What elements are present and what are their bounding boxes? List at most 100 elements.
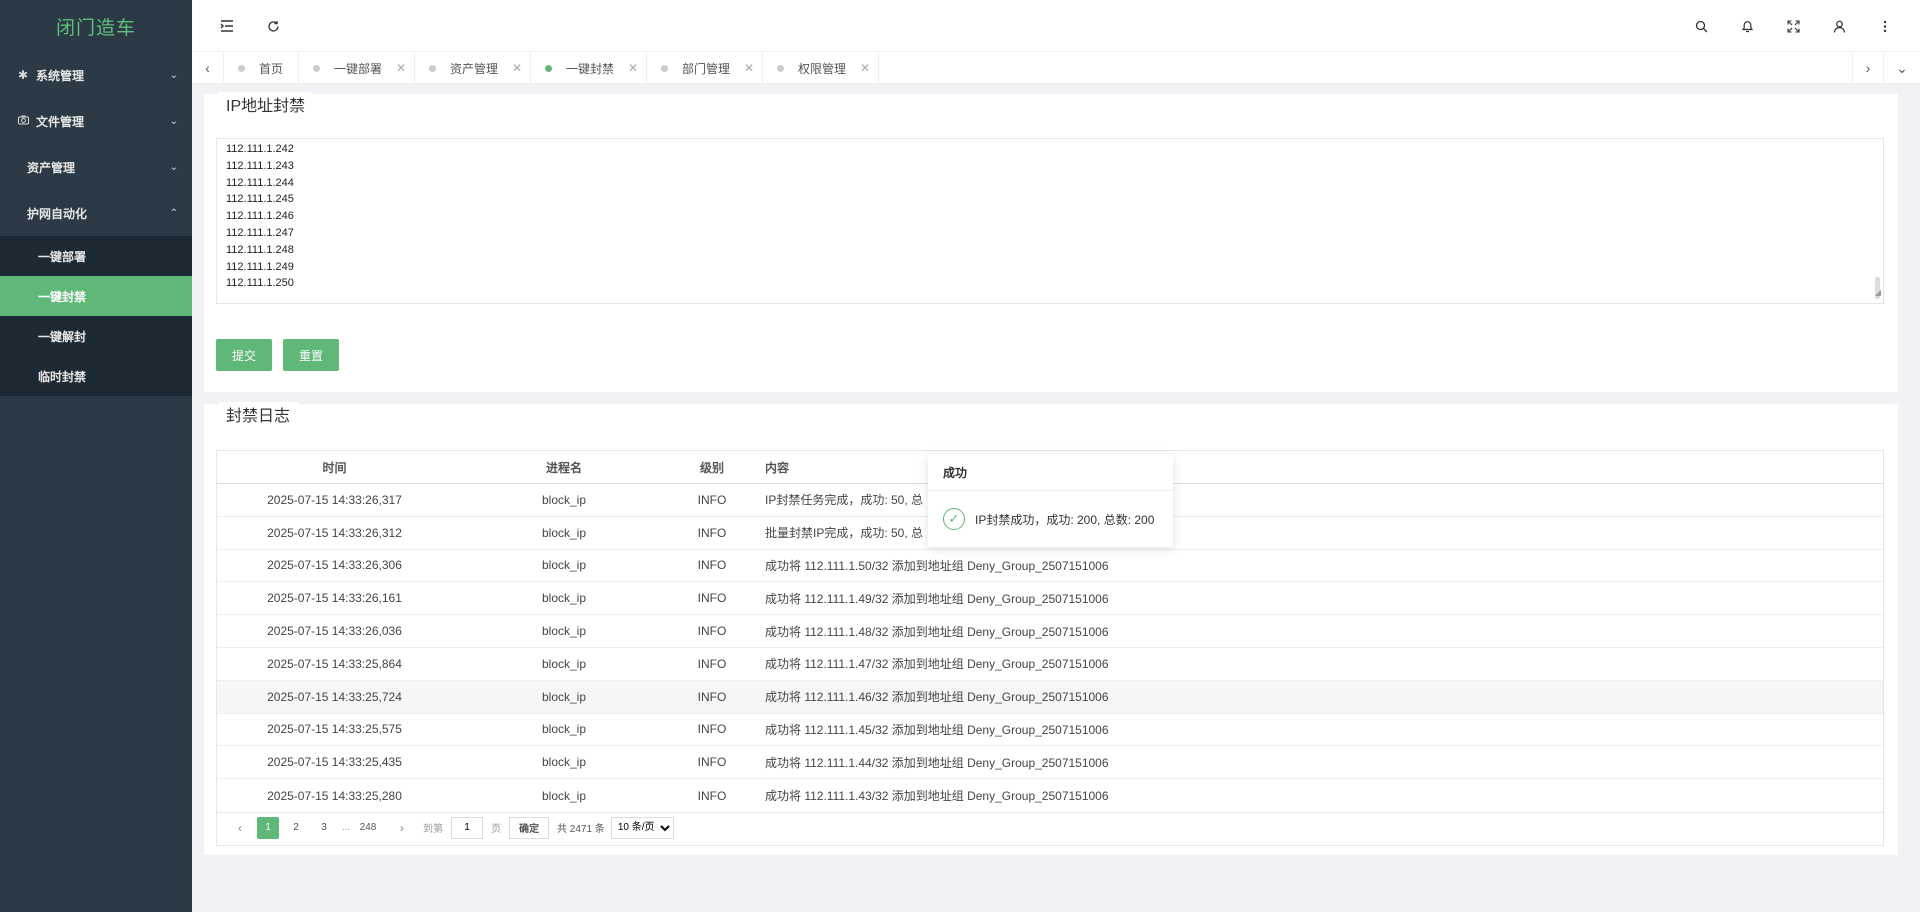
table-row[interactable]: 2025-07-15 14:33:25,280 block_ip INFO 成功… bbox=[217, 779, 1883, 812]
toast-title: 成功 bbox=[928, 455, 1173, 491]
chevron-down-icon: ⌄ bbox=[169, 115, 178, 127]
cell-time: 2025-07-15 14:33:26,036 bbox=[267, 624, 402, 639]
column-header-content[interactable]: 内容 bbox=[748, 459, 1883, 476]
sidebar-group-assets[interactable]: 资产管理 ⌄ bbox=[0, 144, 192, 190]
top-header bbox=[192, 0, 1920, 52]
refresh-icon[interactable] bbox=[263, 16, 283, 36]
table-row[interactable]: 2025-07-15 14:33:26,306 block_ip INFO 成功… bbox=[217, 550, 1883, 583]
sidebar: 闭门造车 ✱ 系统管理 ⌄ 文件管理 ⌄ 资产管理 ⌄ 护网自动化 ⌃ 一键部署… bbox=[0, 0, 192, 912]
tab-scroll-right-icon[interactable]: › bbox=[1852, 52, 1884, 84]
cell-time: 2025-07-15 14:33:25,575 bbox=[267, 722, 402, 737]
cell-process: block_ip bbox=[541, 492, 587, 507]
bell-icon[interactable] bbox=[1737, 16, 1757, 36]
tab-scroll-left-icon[interactable]: ‹ bbox=[192, 52, 224, 84]
close-icon[interactable]: ✕ bbox=[396, 61, 406, 75]
table-row[interactable]: 2025-07-15 14:33:25,724 block_ip INFO 成功… bbox=[217, 680, 1883, 714]
tab-menu-chevron-down-icon[interactable]: ⌄ bbox=[1886, 52, 1918, 84]
tab-label: 部门管理 bbox=[682, 61, 731, 76]
success-toast: 成功 ✓ IP封禁成功，成功: 200, 总数: 200 bbox=[928, 455, 1173, 547]
cell-time: 2025-07-15 14:33:26,161 bbox=[267, 591, 402, 606]
sidebar-group-label: 文件管理 bbox=[36, 114, 85, 129]
cell-content: 成功将 112.111.1.50/32 添加到地址组 Deny_Group_25… bbox=[765, 558, 1109, 573]
pagination: ‹ 1 2 3 ... 248 › 到第 页 确定 共 2471 条 10 条/… bbox=[216, 810, 1884, 846]
cell-content: 成功将 112.111.1.49/32 添加到地址组 Deny_Group_25… bbox=[765, 591, 1109, 606]
page-2[interactable]: 2 bbox=[285, 817, 307, 839]
cell-process: block_ip bbox=[541, 755, 587, 770]
cell-time: 2025-07-15 14:33:25,864 bbox=[267, 656, 402, 671]
sidebar-item-unblock[interactable]: 一键解封 bbox=[0, 316, 192, 356]
table-row[interactable]: 2025-07-15 14:33:26,036 block_ip INFO 成功… bbox=[217, 615, 1883, 648]
cell-level: INFO bbox=[697, 492, 727, 507]
cell-process: block_ip bbox=[541, 722, 587, 737]
tab-dot bbox=[313, 64, 320, 72]
cell-time: 2025-07-15 14:33:26,312 bbox=[267, 525, 402, 540]
column-header-level[interactable]: 级别 bbox=[676, 459, 748, 476]
ip-list-textarea[interactable]: 112.111.1.242 112.111.1.243 112.111.1.24… bbox=[216, 138, 1884, 304]
column-header-time[interactable]: 时间 bbox=[217, 459, 452, 476]
column-header-process[interactable]: 进程名 bbox=[452, 459, 676, 476]
tab-bar: ‹ 首页 一键部署 ✕ 资产管理 ✕ 一键封禁 ✕ 部门管理 ✕ 权限管理 ✕ … bbox=[192, 52, 1920, 84]
reset-button[interactable]: 重置 bbox=[283, 339, 339, 371]
resize-handle-icon[interactable]: ◢ bbox=[1875, 285, 1881, 302]
sidebar-group-label: 资产管理 bbox=[27, 160, 76, 175]
cell-process: block_ip bbox=[541, 591, 587, 606]
sidebar-group-system[interactable]: ✱ 系统管理 ⌄ bbox=[0, 52, 192, 98]
total-count: 共 2471 条 bbox=[557, 824, 605, 835]
tab-permissions[interactable]: 权限管理 ✕ bbox=[763, 52, 879, 84]
page-size-select[interactable]: 10 条/页 bbox=[610, 816, 674, 839]
sidebar-group-files[interactable]: 文件管理 ⌄ bbox=[0, 98, 192, 144]
sidebar-group-automation[interactable]: 护网自动化 ⌃ bbox=[0, 190, 192, 236]
camera-icon bbox=[16, 114, 30, 128]
prev-page-icon[interactable]: ‹ bbox=[229, 817, 251, 839]
goto-page-input[interactable] bbox=[451, 816, 483, 839]
page-1[interactable]: 1 bbox=[257, 816, 279, 839]
table-row[interactable]: 2025-07-15 14:33:25,435 block_ip INFO 成功… bbox=[217, 746, 1883, 780]
cell-process: block_ip bbox=[541, 689, 587, 704]
more-vertical-icon[interactable] bbox=[1875, 16, 1895, 36]
sidebar-item-block[interactable]: 一键封禁 bbox=[0, 276, 192, 316]
cell-content: 成功将 112.111.1.48/32 添加到地址组 Deny_Group_25… bbox=[765, 624, 1109, 639]
fullscreen-icon[interactable] bbox=[1783, 16, 1803, 36]
tab-assets[interactable]: 资产管理 ✕ bbox=[415, 52, 531, 84]
check-circle-icon: ✓ bbox=[943, 508, 965, 530]
gear-icon: ✱ bbox=[17, 68, 29, 82]
cell-content: 成功将 112.111.1.46/32 添加到地址组 Deny_Group_25… bbox=[765, 690, 1109, 705]
close-icon[interactable]: ✕ bbox=[744, 61, 754, 75]
next-page-icon[interactable]: › bbox=[391, 817, 413, 839]
tab-label: 资产管理 bbox=[450, 61, 499, 76]
close-icon[interactable]: ✕ bbox=[628, 61, 638, 75]
menu-collapse-icon[interactable] bbox=[217, 16, 237, 36]
ip-block-card: IP地址封禁 112.111.1.242 112.111.1.243 112.1… bbox=[204, 92, 1898, 392]
tab-label: 一键封禁 bbox=[566, 61, 615, 76]
cell-level: INFO bbox=[697, 525, 727, 540]
cell-time: 2025-07-15 14:33:25,724 bbox=[267, 689, 402, 704]
ip-block-title: IP地址封禁 bbox=[218, 92, 314, 116]
tab-home[interactable]: 首页 bbox=[224, 52, 299, 84]
tab-departments[interactable]: 部门管理 ✕ bbox=[647, 52, 763, 84]
page-last[interactable]: 248 bbox=[357, 817, 379, 839]
sidebar-item-deploy[interactable]: 一键部署 bbox=[0, 236, 192, 276]
cell-process: block_ip bbox=[541, 558, 587, 573]
cell-level: INFO bbox=[697, 689, 727, 704]
table-row[interactable]: 2025-07-15 14:33:26,161 block_ip INFO 成功… bbox=[217, 582, 1883, 616]
tab-deploy[interactable]: 一键部署 ✕ bbox=[299, 52, 415, 84]
cell-time: 2025-07-15 14:33:25,435 bbox=[267, 755, 402, 770]
cell-content: 成功将 112.111.1.47/32 添加到地址组 Deny_Group_25… bbox=[765, 657, 1109, 672]
cell-process: block_ip bbox=[541, 656, 587, 671]
cell-level: INFO bbox=[697, 788, 727, 803]
page-ellipsis: ... bbox=[341, 822, 351, 833]
table-row[interactable]: 2025-07-15 14:33:25,575 block_ip INFO 成功… bbox=[217, 714, 1883, 747]
tab-dot bbox=[545, 64, 552, 72]
cell-content: IP封禁任务完成，成功: 50, 总 bbox=[765, 493, 924, 508]
tab-block[interactable]: 一键封禁 ✕ bbox=[531, 52, 647, 84]
search-icon[interactable] bbox=[1691, 16, 1711, 36]
chevron-down-icon: ⌄ bbox=[169, 161, 178, 173]
submit-button[interactable]: 提交 bbox=[216, 339, 272, 371]
sidebar-item-temp-block[interactable]: 临时封禁 bbox=[0, 356, 192, 396]
goto-confirm-button[interactable]: 确定 bbox=[509, 816, 549, 839]
table-row[interactable]: 2025-07-15 14:33:25,864 block_ip INFO 成功… bbox=[217, 648, 1883, 681]
page-3[interactable]: 3 bbox=[313, 817, 335, 839]
close-icon[interactable]: ✕ bbox=[512, 61, 522, 75]
close-icon[interactable]: ✕ bbox=[860, 61, 870, 75]
user-icon[interactable] bbox=[1829, 16, 1849, 36]
